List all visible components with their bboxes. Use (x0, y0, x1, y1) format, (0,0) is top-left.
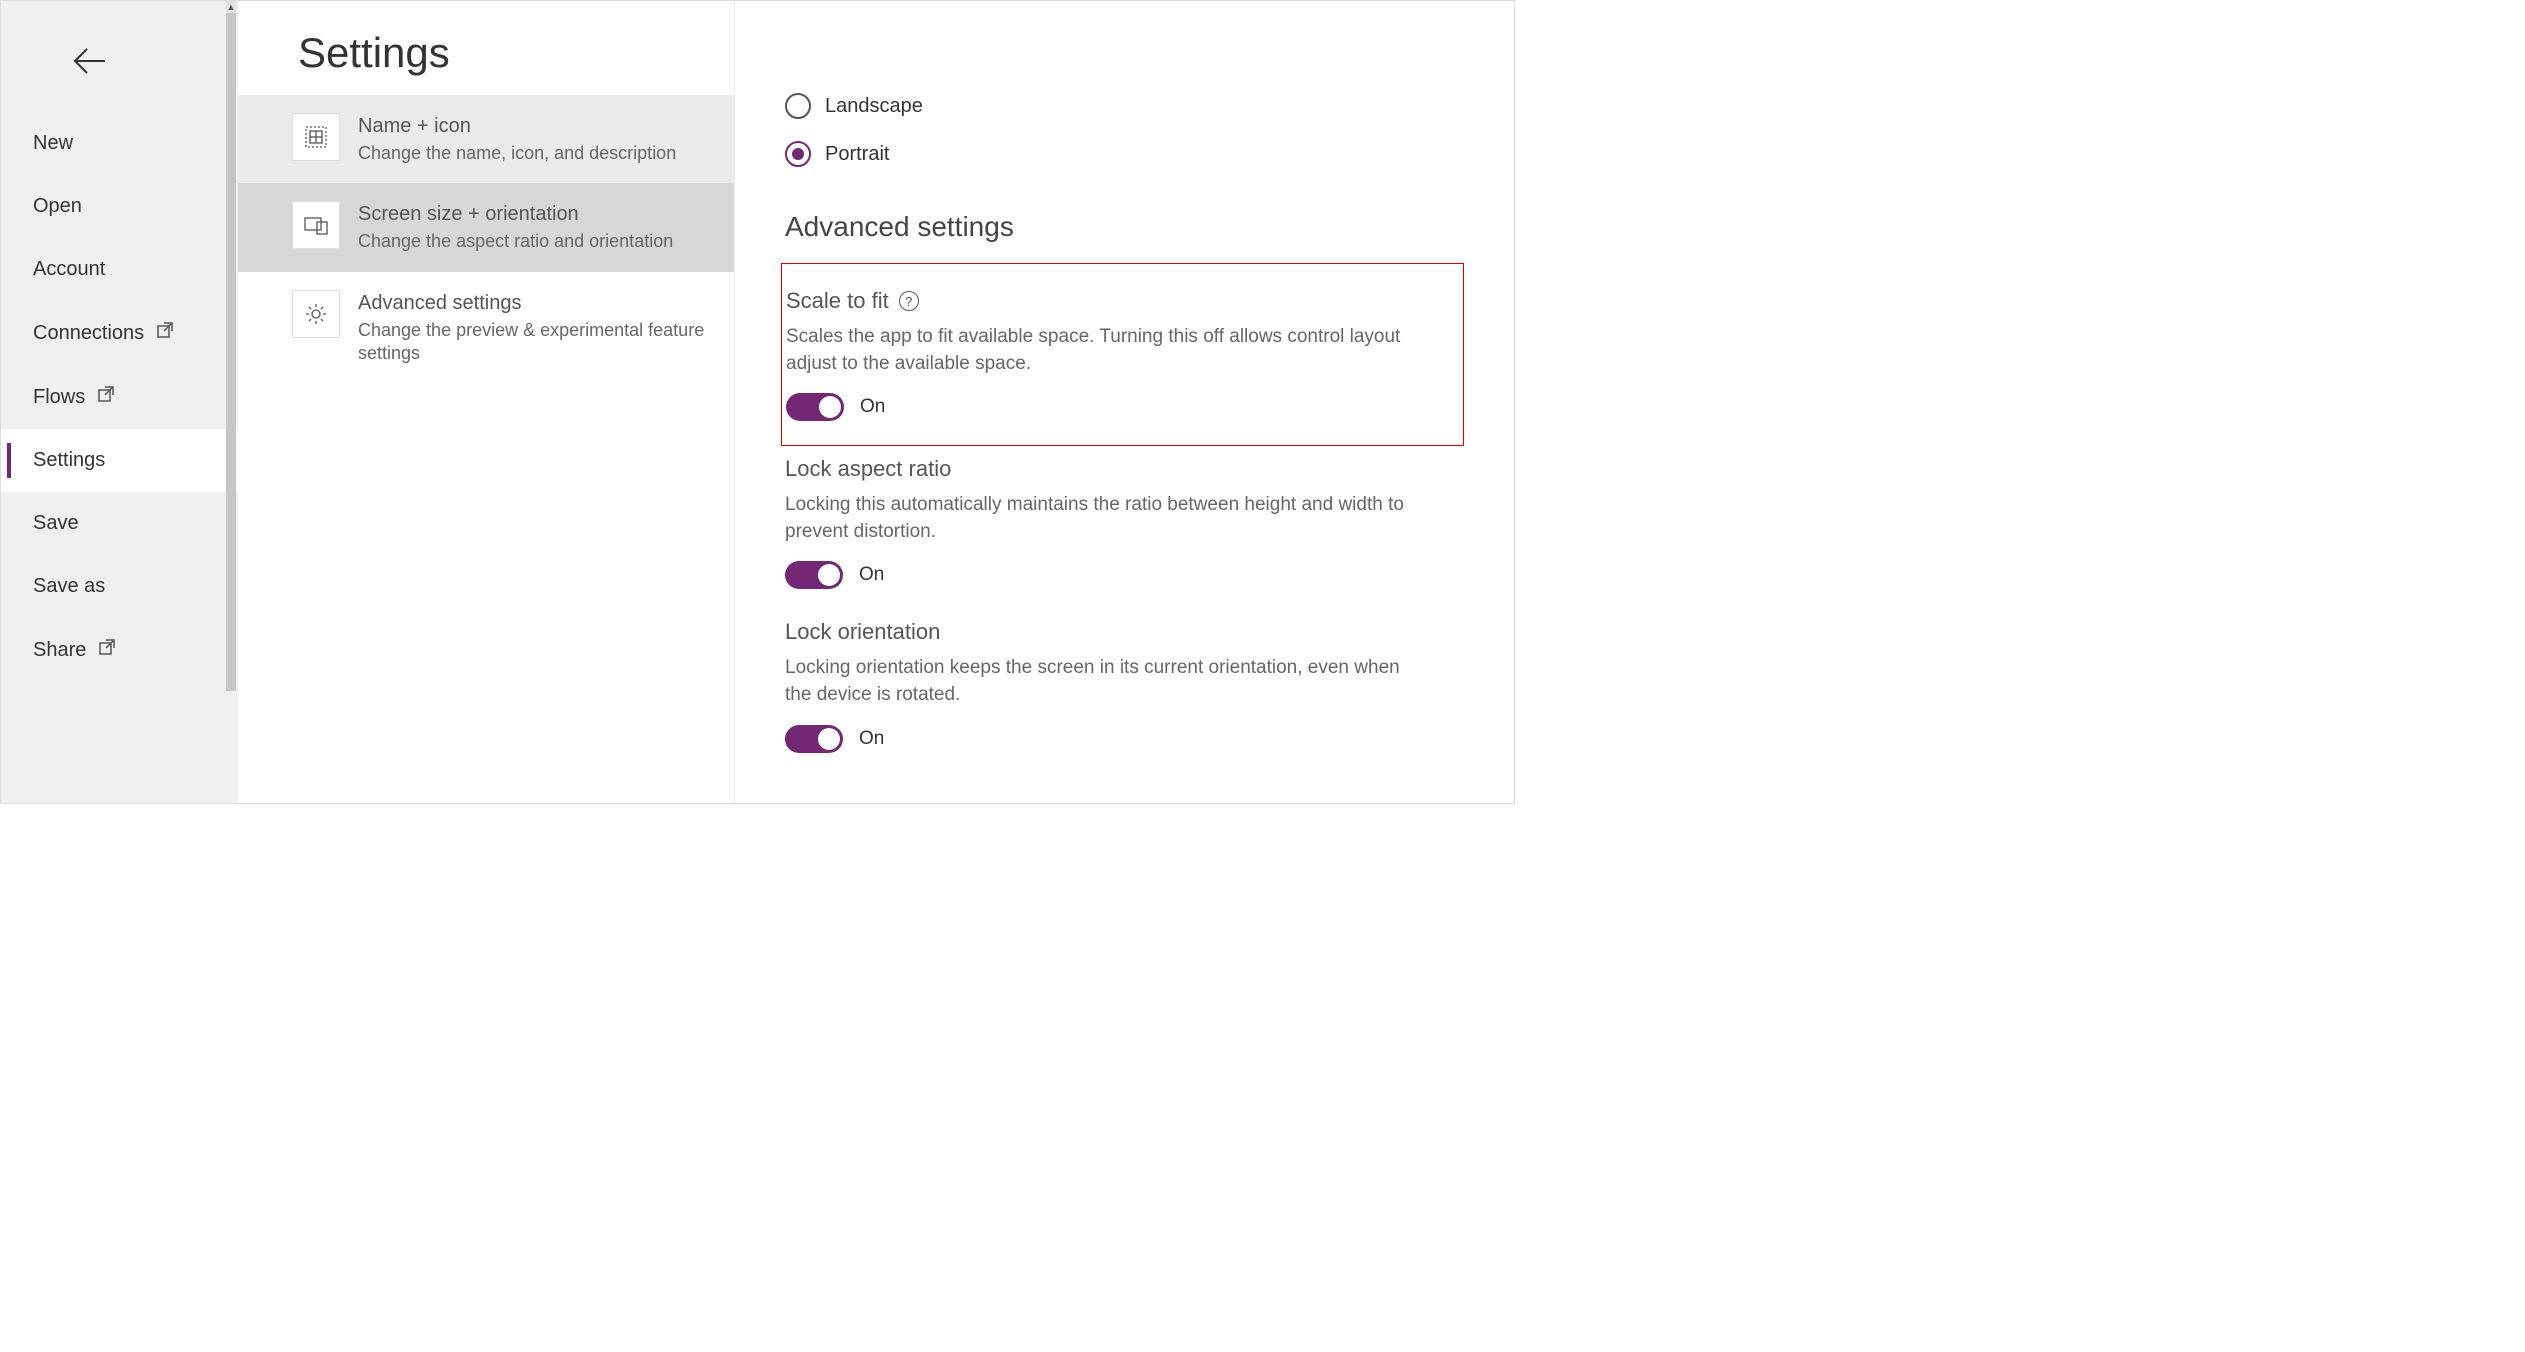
arrow-left-icon (69, 41, 109, 81)
setting-lock-aspect-ratio: Lock aspect ratio Locking this automatic… (785, 456, 1464, 589)
category-desc: Change the aspect ratio and orientation (358, 230, 673, 253)
setting-title-text: Scale to fit (786, 288, 889, 314)
toggle-label: On (860, 396, 885, 418)
sidebar-item-account[interactable]: Account (1, 238, 238, 301)
setting-title-text: Lock orientation (785, 619, 940, 645)
external-link-icon (156, 321, 174, 345)
sidebar-item-label: Connections (33, 322, 144, 345)
toggle-lock-aspect-ratio[interactable] (785, 561, 843, 589)
sidebar-item-new[interactable]: New (1, 112, 238, 175)
setting-desc: Locking this automatically maintains the… (785, 492, 1425, 545)
sidebar-item-label: Account (33, 258, 105, 281)
toggle-label: On (859, 728, 884, 750)
category-title: Advanced settings (358, 292, 712, 315)
setting-desc: Locking orientation keeps the screen in … (785, 655, 1425, 708)
radio-label: Portrait (825, 143, 889, 166)
help-icon[interactable]: ? (899, 291, 919, 311)
sidebar-item-share[interactable]: Share (1, 618, 238, 682)
scrollbar-up-arrow[interactable]: ▲ (226, 1, 236, 13)
sidebar-item-connections[interactable]: Connections (1, 301, 238, 365)
sidebar-item-flows[interactable]: Flows (1, 365, 238, 429)
sidebar-item-label: Settings (33, 449, 105, 472)
category-screen-size[interactable]: Screen size + orientation Change the asp… (238, 183, 734, 271)
sidebar-item-save[interactable]: Save (1, 492, 238, 555)
setting-desc: Scales the app to fit available space. T… (786, 324, 1426, 377)
sidebar: ▲ New Open Account Connections Flows Set… (1, 1, 238, 803)
setting-lock-orientation: Lock orientation Locking orientation kee… (785, 619, 1464, 752)
sidebar-item-label: New (33, 132, 73, 155)
category-desc: Change the name, icon, and description (358, 142, 676, 165)
sidebar-item-label: Flows (33, 386, 85, 409)
sidebar-item-label: Share (33, 639, 86, 662)
advanced-settings-heading: Advanced settings (785, 211, 1464, 243)
external-link-icon (98, 638, 116, 662)
settings-detail-panel: Landscape Portrait Advanced settings Sca… (734, 1, 1514, 803)
sidebar-item-save-as[interactable]: Save as (1, 555, 238, 618)
sidebar-item-settings[interactable]: Settings (1, 429, 238, 492)
setting-title-text: Lock aspect ratio (785, 456, 951, 482)
orientation-portrait[interactable]: Portrait (785, 141, 1464, 167)
name-icon-icon (292, 113, 340, 161)
orientation-group: Landscape Portrait (785, 1, 1464, 167)
settings-categories: Settings Name + icon Change the name, ic… (238, 1, 734, 803)
external-link-icon (97, 385, 115, 409)
category-title: Screen size + orientation (358, 203, 673, 226)
sidebar-item-open[interactable]: Open (1, 175, 238, 238)
toggle-scale-to-fit[interactable] (786, 393, 844, 421)
gear-icon (292, 290, 340, 338)
sidebar-item-label: Open (33, 195, 82, 218)
category-name-icon[interactable]: Name + icon Change the name, icon, and d… (238, 95, 734, 183)
back-button[interactable] (1, 1, 238, 112)
category-advanced[interactable]: Advanced settings Change the preview & e… (238, 272, 734, 384)
sidebar-item-label: Save (33, 512, 79, 535)
setting-scale-to-fit: Scale to fit ? Scales the app to fit ava… (786, 288, 1435, 421)
sidebar-item-label: Save as (33, 575, 105, 598)
radio-label: Landscape (825, 95, 923, 118)
page-title: Settings (238, 1, 734, 95)
orientation-landscape[interactable]: Landscape (785, 93, 1464, 119)
screen-size-icon (292, 201, 340, 249)
toggle-label: On (859, 564, 884, 586)
category-desc: Change the preview & experimental featur… (358, 319, 712, 366)
radio-icon (785, 93, 811, 119)
toggle-lock-orientation[interactable] (785, 725, 843, 753)
category-title: Name + icon (358, 115, 676, 138)
highlighted-setting-scale-to-fit: Scale to fit ? Scales the app to fit ava… (781, 263, 1464, 446)
radio-icon (785, 141, 811, 167)
